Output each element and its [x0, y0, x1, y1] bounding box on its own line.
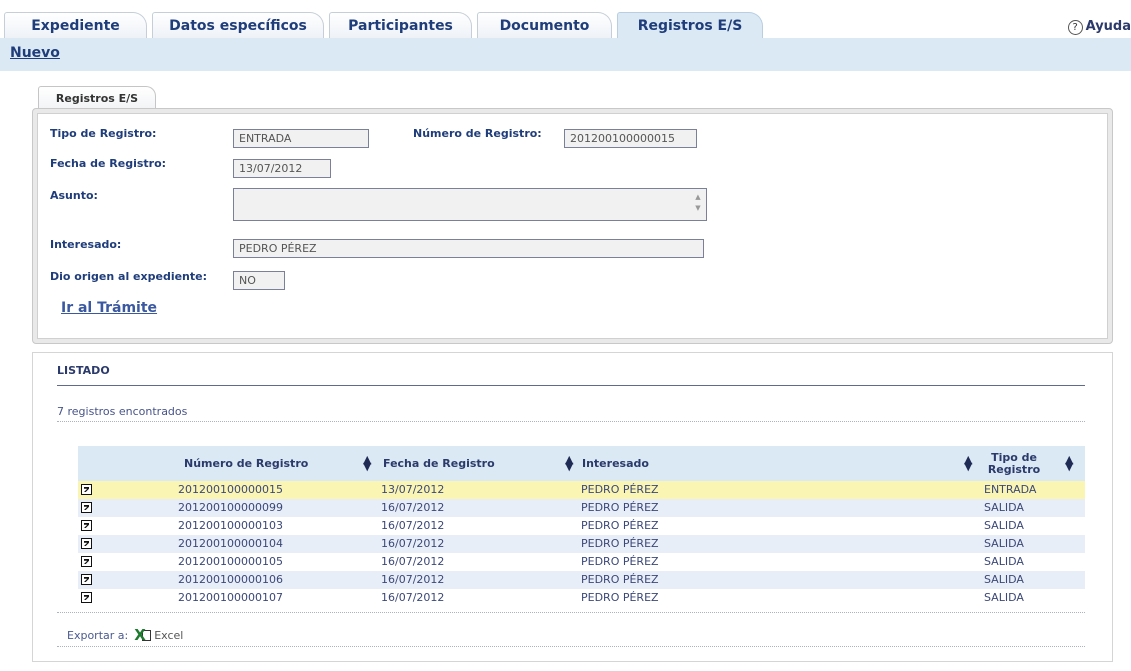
column-label: Fecha de Registro: [383, 457, 495, 470]
cell-interesado: PEDRO PÉREZ: [581, 591, 659, 604]
records-table: Número de Registro ▲ ▼ Fecha de Registro …: [78, 446, 1085, 607]
help-icon: ?: [1067, 20, 1083, 35]
open-record-icon[interactable]: [81, 520, 92, 531]
col-numero-registro[interactable]: Número de Registro: [184, 446, 308, 481]
export-bar: Exportar a: X Excel: [67, 628, 183, 643]
table-row[interactable]: 201200100000106 16/07/2012 PEDRO PÉREZ S…: [78, 571, 1085, 589]
cell-tipo: SALIDA: [984, 519, 1024, 532]
cell-interesado: PEDRO PÉREZ: [581, 501, 659, 514]
tipo-registro-field[interactable]: ENTRADA: [233, 129, 369, 148]
tab-datos-especificos[interactable]: Datos específicos: [152, 12, 324, 38]
cell-numero: 201200100000103: [178, 519, 283, 532]
help-link[interactable]: ? Ayuda: [1067, 19, 1131, 35]
cell-interesado: PEDRO PÉREZ: [581, 537, 659, 550]
col-fecha-registro[interactable]: Fecha de Registro: [383, 446, 495, 481]
table-row[interactable]: 201200100000104 16/07/2012 PEDRO PÉREZ S…: [78, 535, 1085, 553]
open-record-icon[interactable]: [81, 556, 92, 567]
cell-tipo: ENTRADA: [984, 483, 1037, 496]
cell-fecha: 16/07/2012: [381, 537, 445, 550]
ir-al-tramite-link[interactable]: Ir al Trámite: [61, 300, 157, 316]
open-record-icon[interactable]: [81, 538, 92, 549]
cell-numero: 201200100000107: [178, 591, 283, 604]
excel-icon[interactable]: X: [134, 628, 152, 643]
interesado-label: Interesado:: [50, 238, 122, 251]
tab-label: Datos específicos: [169, 18, 307, 34]
cell-fecha: 16/07/2012: [381, 501, 445, 514]
open-record-icon[interactable]: [81, 592, 92, 603]
cell-numero: 201200100000105: [178, 555, 283, 568]
action-bar: [0, 38, 1131, 71]
sort-icon[interactable]: ▲ ▼: [964, 454, 972, 472]
open-record-icon[interactable]: [81, 574, 92, 585]
tab-participantes[interactable]: Participantes: [329, 12, 472, 38]
cell-fecha: 13/07/2012: [381, 483, 445, 496]
cell-numero: 201200100000099: [178, 501, 283, 514]
listado-divider: [57, 385, 1085, 386]
column-label: Interesado: [582, 457, 649, 470]
dotted-divider: [57, 421, 1085, 422]
sort-icon[interactable]: ▲ ▼: [1065, 454, 1073, 472]
export-label: Exportar a:: [67, 628, 129, 642]
origen-label: Dio origen al expediente:: [50, 270, 208, 283]
cell-tipo: SALIDA: [984, 555, 1024, 568]
column-label: Tipo de Registro: [987, 450, 1041, 476]
fecha-registro-field[interactable]: 13/07/2012: [233, 159, 331, 178]
main-tabbar: Expediente Datos específicos Participant…: [0, 0, 1131, 38]
asunto-textarea[interactable]: ▲ ▼: [233, 188, 707, 221]
table-row[interactable]: 201200100000015 13/07/2012 PEDRO PÉREZ E…: [78, 481, 1085, 499]
tab-label: Registros E/S: [637, 18, 743, 34]
tab-documento[interactable]: Documento: [477, 12, 612, 38]
col-tipo-registro[interactable]: Tipo de Registro: [984, 446, 1044, 481]
sort-icon[interactable]: ▲ ▼: [565, 454, 573, 472]
tab-expediente[interactable]: Expediente: [4, 12, 147, 38]
cell-interesado: PEDRO PÉREZ: [581, 519, 659, 532]
col-interesado[interactable]: Interesado: [582, 446, 649, 481]
tab-registros-es[interactable]: Registros E/S: [617, 12, 763, 38]
table-row[interactable]: 201200100000107 16/07/2012 PEDRO PÉREZ S…: [78, 589, 1085, 607]
cell-interesado: PEDRO PÉREZ: [581, 483, 659, 496]
tab-label: Documento: [499, 18, 590, 34]
tab-label: Expediente: [31, 18, 120, 34]
interesado-field[interactable]: PEDRO PÉREZ: [233, 239, 704, 258]
numero-registro-label: Número de Registro:: [413, 127, 542, 140]
new-link[interactable]: Nuevo: [10, 45, 60, 61]
listado-title: LISTADO: [57, 364, 110, 377]
help-label: Ayuda: [1085, 19, 1131, 34]
cell-fecha: 16/07/2012: [381, 555, 445, 568]
tab-label: Participantes: [348, 18, 453, 34]
excel-export-link[interactable]: Excel: [154, 629, 183, 642]
tipo-registro-label: Tipo de Registro:: [50, 127, 157, 140]
cell-numero: 201200100000106: [178, 573, 283, 586]
table-row[interactable]: 201200100000105 16/07/2012 PEDRO PÉREZ S…: [78, 553, 1085, 571]
asunto-label: Asunto:: [50, 189, 98, 202]
sort-icon[interactable]: ▲ ▼: [363, 454, 371, 472]
dotted-divider: [57, 646, 1085, 647]
cell-interesado: PEDRO PÉREZ: [581, 573, 659, 586]
cell-numero: 201200100000015: [178, 483, 283, 496]
open-record-icon[interactable]: [81, 502, 92, 513]
subtab-registros-es[interactable]: Registros E/S: [38, 86, 156, 110]
cell-interesado: PEDRO PÉREZ: [581, 555, 659, 568]
table-header: Número de Registro ▲ ▼ Fecha de Registro …: [78, 446, 1085, 481]
cell-fecha: 16/07/2012: [381, 591, 445, 604]
origen-field[interactable]: NO: [233, 271, 285, 290]
dotted-divider: [57, 612, 1085, 613]
cell-tipo: SALIDA: [984, 591, 1024, 604]
cell-tipo: SALIDA: [984, 573, 1024, 586]
table-row[interactable]: 201200100000103 16/07/2012 PEDRO PÉREZ S…: [78, 517, 1085, 535]
cell-fecha: 16/07/2012: [381, 519, 445, 532]
numero-registro-field[interactable]: 201200100000015: [564, 129, 697, 148]
records-count: 7 registros encontrados: [57, 405, 188, 418]
cell-tipo: SALIDA: [984, 501, 1024, 514]
open-record-icon[interactable]: [81, 484, 92, 495]
table-row[interactable]: 201200100000099 16/07/2012 PEDRO PÉREZ S…: [78, 499, 1085, 517]
fecha-registro-label: Fecha de Registro:: [50, 157, 167, 170]
column-label: Número de Registro: [184, 457, 309, 470]
cell-numero: 201200100000104: [178, 537, 283, 550]
textarea-scroll-arrows[interactable]: ▲ ▼: [694, 192, 702, 214]
cell-tipo: SALIDA: [984, 537, 1024, 550]
cell-fecha: 16/07/2012: [381, 573, 445, 586]
